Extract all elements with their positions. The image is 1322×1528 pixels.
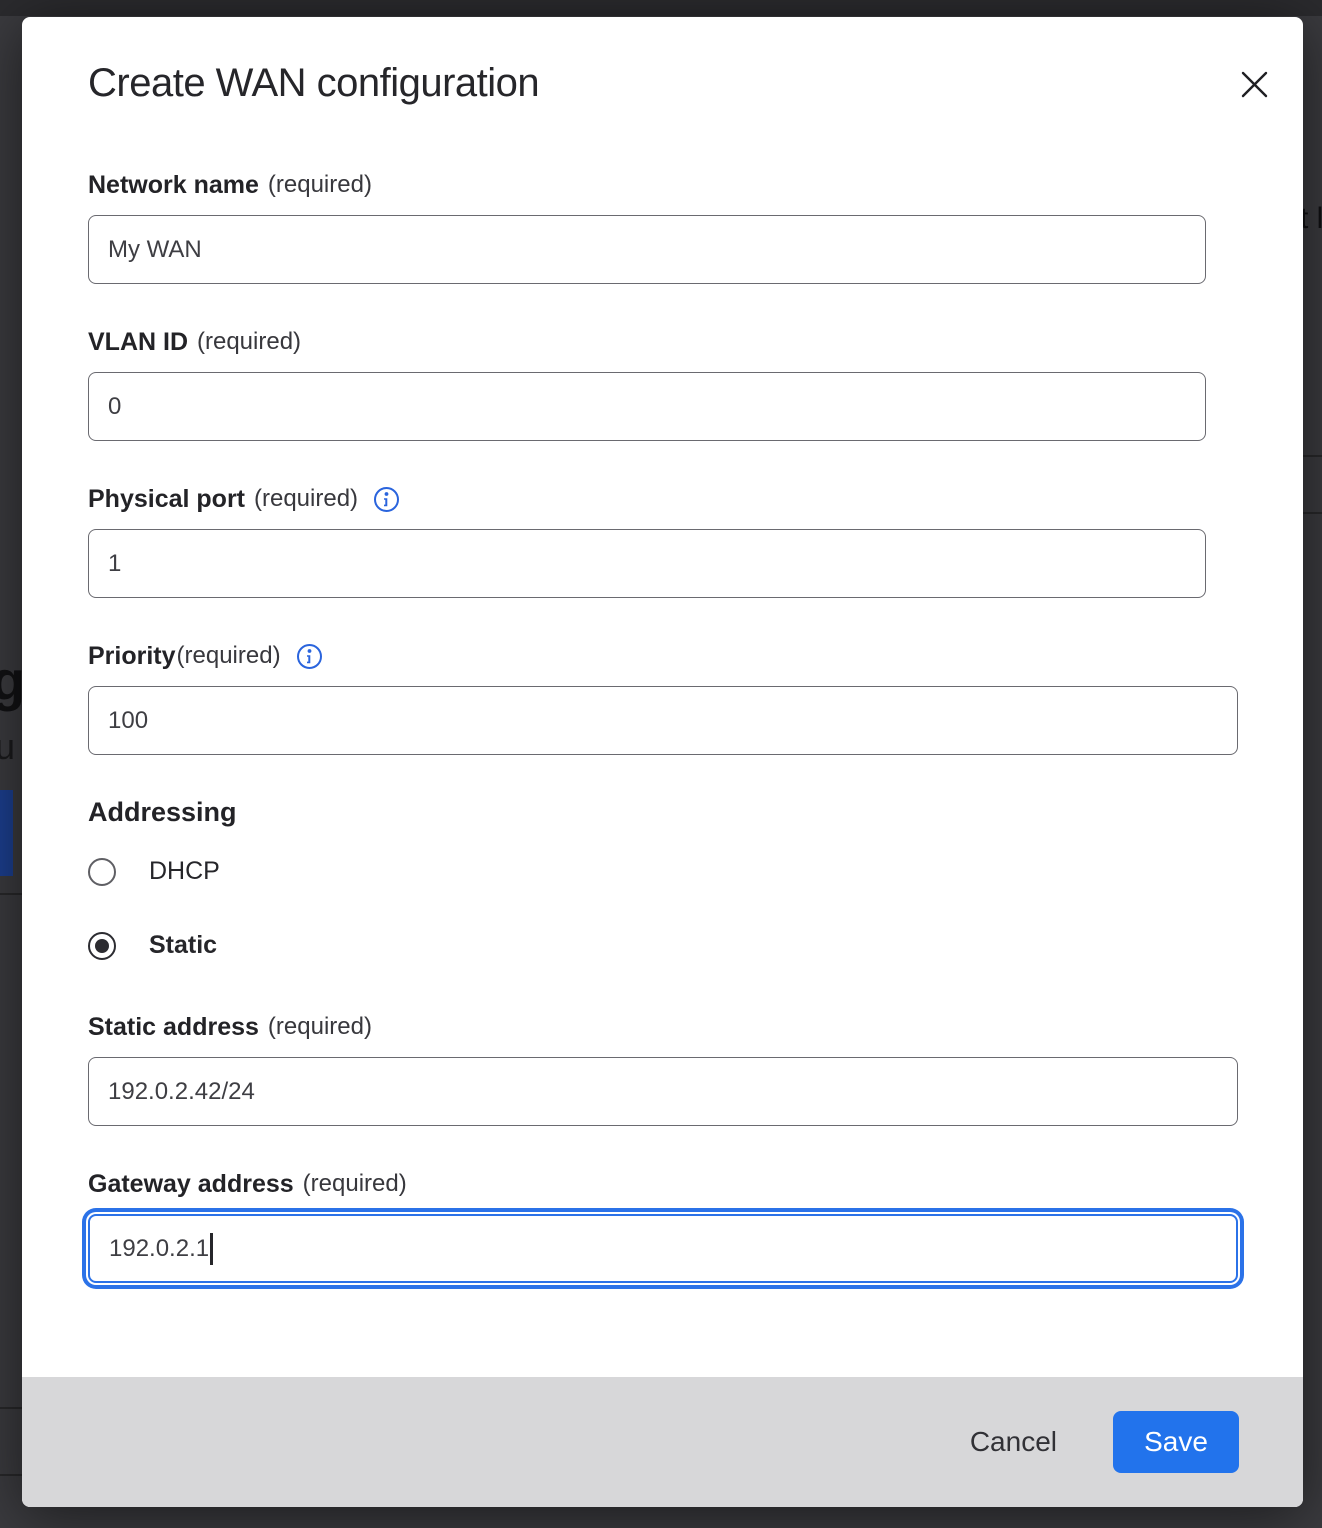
background-text-fragment: u (0, 726, 15, 768)
network-name-value: My WAN (108, 236, 202, 264)
required-hint: (required) (254, 484, 358, 514)
background-table-line (0, 1474, 22, 1476)
dhcp-option-label: DHCP (149, 857, 220, 886)
static-address-input[interactable]: 192.0.2.42/24 (88, 1057, 1238, 1126)
required-hint: (required) (197, 327, 301, 357)
info-icon (296, 643, 323, 670)
addressing-heading: Addressing (88, 797, 1237, 827)
background-table-line (1302, 512, 1322, 514)
static-option-label: Static (149, 931, 217, 960)
radio-unselected-icon (88, 858, 116, 886)
background-text-fragment: t l (1300, 202, 1322, 236)
network-name-field-group: Network name (required) My WAN (88, 170, 1237, 284)
background-button-fragment (0, 790, 13, 876)
background-table-line (0, 893, 22, 895)
radio-selected-icon (88, 932, 116, 960)
static-address-label: Static address (88, 1012, 259, 1042)
required-hint: (required) (303, 1169, 407, 1199)
physical-port-field-group: Physical port (required) 1 (88, 484, 1237, 598)
gateway-address-field-group: Gateway address (required) 192.0.2.1 (88, 1169, 1237, 1283)
dialog-footer: Cancel Save (22, 1377, 1303, 1507)
create-wan-configuration-dialog: Create WAN configuration Network name (r… (22, 17, 1303, 1507)
priority-label: Priority (88, 641, 176, 671)
dialog-title: Create WAN configuration (88, 59, 1237, 107)
physical-port-input[interactable]: 1 (88, 529, 1206, 598)
gateway-address-label: Gateway address (88, 1169, 294, 1199)
background-top-band (0, 0, 1322, 16)
network-name-label: Network name (88, 170, 259, 200)
network-name-input[interactable]: My WAN (88, 215, 1206, 284)
required-hint: (required) (268, 1012, 372, 1042)
addressing-option-static[interactable]: Static (88, 931, 1237, 960)
priority-info-button[interactable] (296, 643, 323, 670)
gateway-address-input[interactable]: 192.0.2.1 (88, 1214, 1238, 1283)
priority-value: 100 (108, 707, 148, 735)
addressing-option-dhcp[interactable]: DHCP (88, 857, 1237, 886)
physical-port-value: 1 (108, 550, 121, 578)
gateway-address-value: 192.0.2.1 (109, 1235, 209, 1263)
static-address-value: 192.0.2.42/24 (108, 1078, 255, 1106)
save-button[interactable]: Save (1113, 1411, 1239, 1473)
vlan-id-value: 0 (108, 393, 121, 421)
text-cursor (210, 1233, 213, 1265)
vlan-id-input[interactable]: 0 (88, 372, 1206, 441)
cancel-button[interactable]: Cancel (964, 1416, 1063, 1468)
close-button[interactable] (1231, 61, 1277, 107)
physical-port-label: Physical port (88, 484, 245, 514)
vlan-id-field-group: VLAN ID (required) 0 (88, 327, 1237, 441)
physical-port-info-button[interactable] (373, 486, 400, 513)
priority-input[interactable]: 100 (88, 686, 1238, 755)
vlan-id-label: VLAN ID (88, 327, 188, 357)
close-icon (1241, 71, 1268, 98)
dialog-body: Create WAN configuration Network name (r… (22, 17, 1303, 1377)
required-hint: (required) (268, 170, 372, 200)
background-table-line (1302, 455, 1322, 457)
priority-field-group: Priority (required) 100 (88, 641, 1237, 755)
static-address-field-group: Static address (required) 192.0.2.42/24 (88, 1012, 1237, 1126)
required-hint: (required) (177, 641, 281, 671)
info-icon (373, 486, 400, 513)
background-table-line (0, 1407, 22, 1409)
